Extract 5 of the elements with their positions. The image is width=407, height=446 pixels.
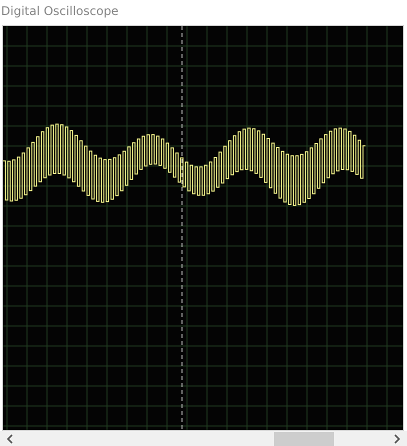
scroll-right-icon[interactable] [394,434,401,444]
scroll-left-icon[interactable] [6,434,13,444]
window-title: Digital Oscilloscope [0,3,120,20]
horizontal-scrollbar[interactable] [0,431,407,446]
scrollbar-thumb[interactable] [274,432,334,446]
